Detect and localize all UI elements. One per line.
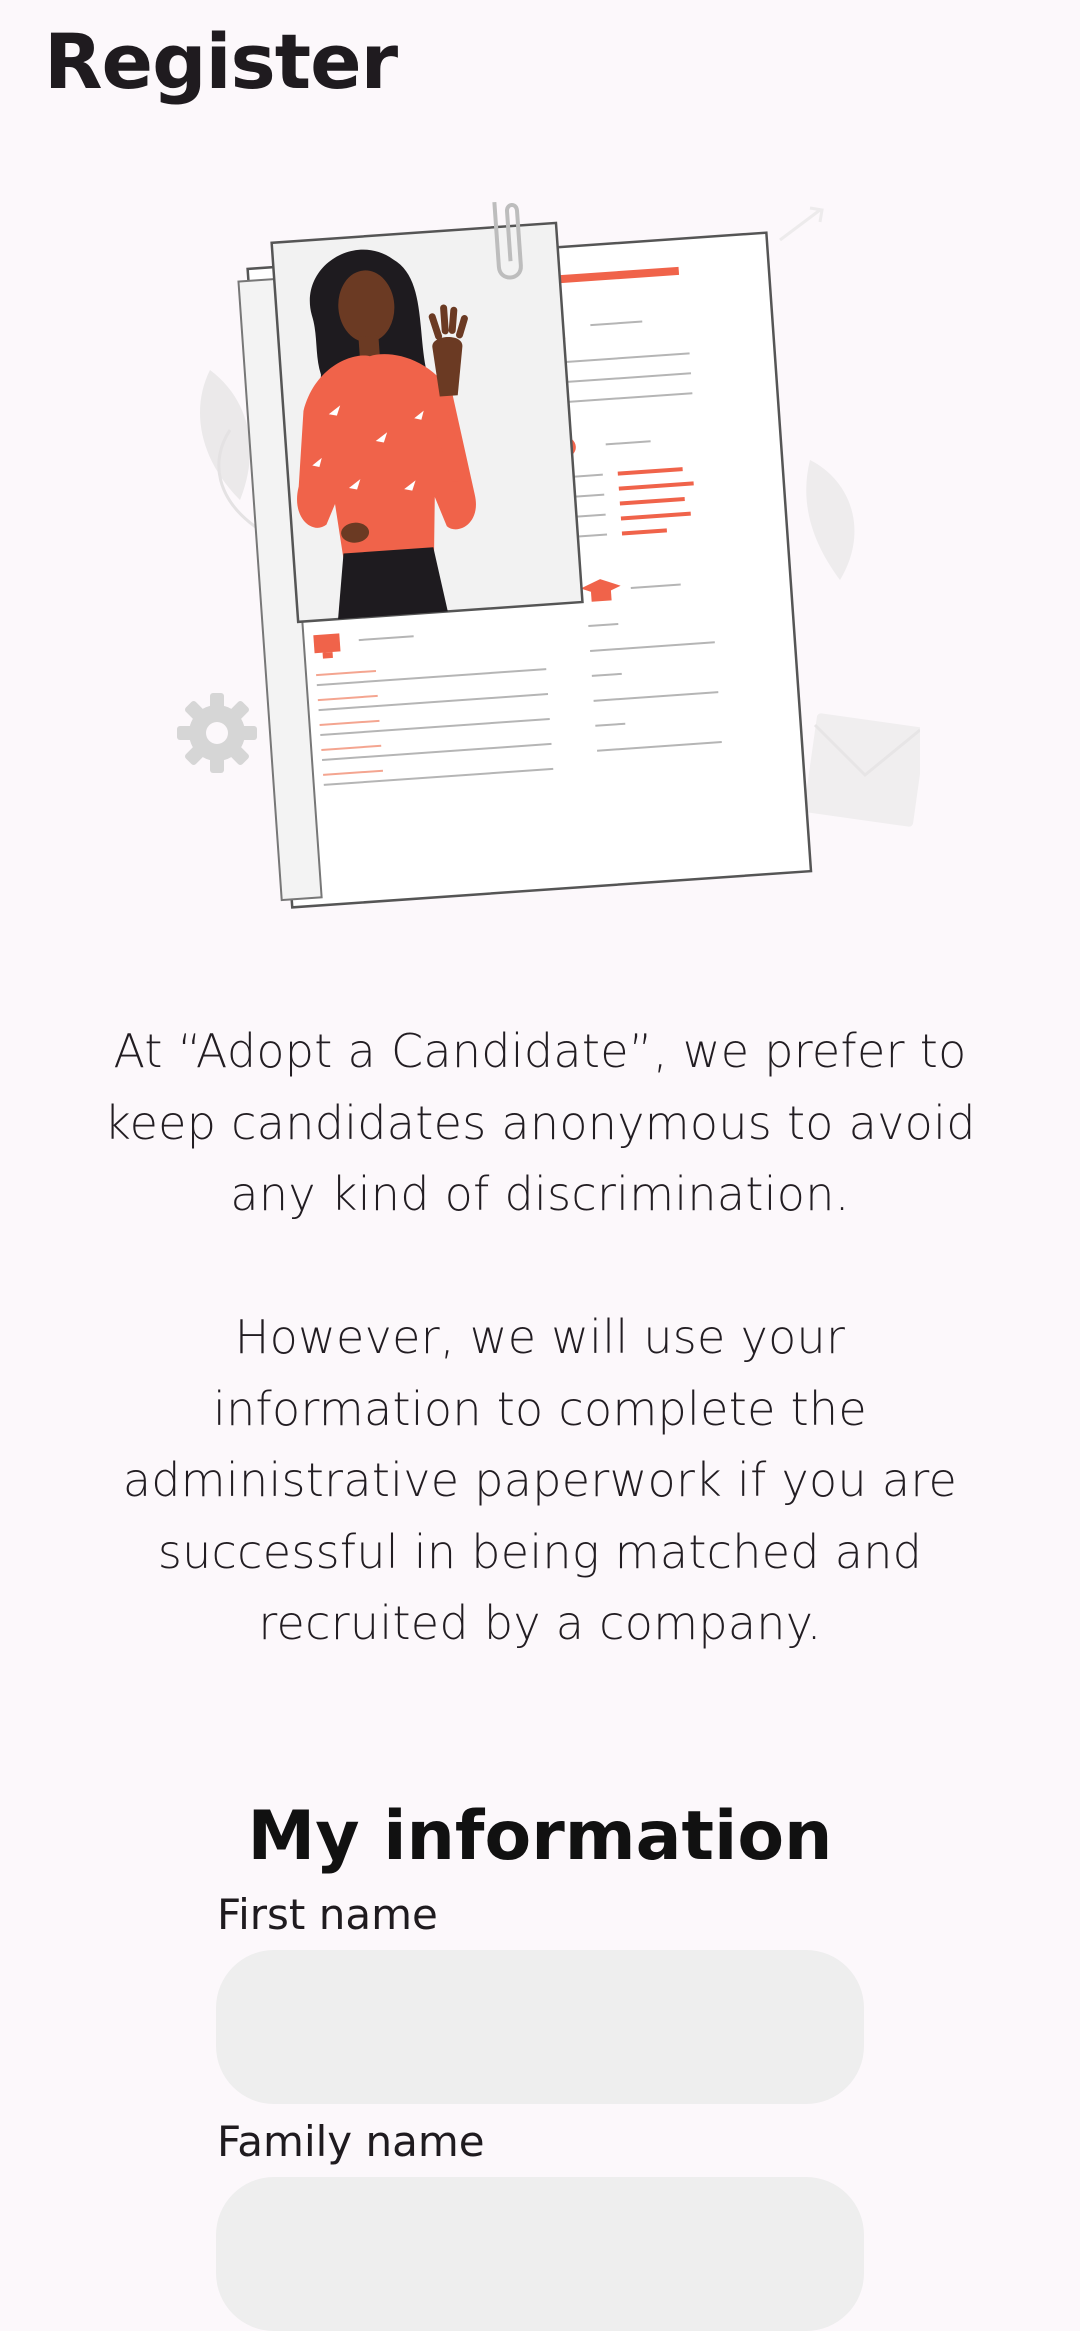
intro-paragraph-paperwork: However, we will use your information to… — [122, 1310, 958, 1650]
intro-text: At “Adopt a Candidate”, we prefer to kee… — [100, 1016, 980, 1660]
family-name-field[interactable] — [216, 2177, 864, 2331]
first-name-label: First name — [217, 1890, 438, 1939]
intro-paragraph-anonymity: At “Adopt a Candidate”, we prefer to kee… — [104, 1024, 976, 1221]
first-name-field[interactable] — [216, 1950, 864, 2104]
gear-icon — [177, 693, 257, 773]
page-title: Register — [44, 17, 398, 106]
family-name-label: Family name — [217, 2117, 485, 2166]
resume-illustration — [177, 202, 920, 909]
photo-card — [270, 202, 584, 624]
section-title-my-information: My information — [247, 1797, 833, 1876]
